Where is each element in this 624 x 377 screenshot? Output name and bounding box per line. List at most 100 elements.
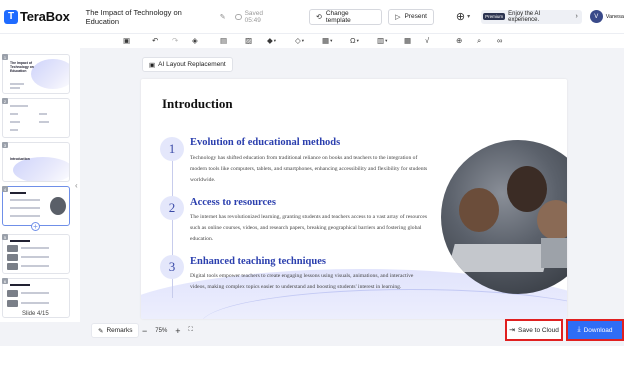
- thumb-text-line: [10, 192, 26, 194]
- add-slide-button[interactable]: +: [31, 222, 40, 231]
- top-header: T TeraBox The Impact of Technology on Ed…: [0, 0, 624, 34]
- slide-thumbnail-panel: The Impact of Technology on Education 1 …: [0, 48, 80, 322]
- zoom-out-button[interactable]: −: [142, 326, 147, 336]
- save-to-cloud-button[interactable]: ⇥ Save to Cloud: [505, 319, 563, 341]
- shape-icon[interactable]: ◆▾: [267, 36, 276, 46]
- point-number-circle: 3: [160, 255, 184, 279]
- download-button[interactable]: ⤓ Download: [566, 319, 624, 341]
- text-icon[interactable]: ▤: [220, 36, 227, 46]
- table-icon[interactable]: ▦: [404, 36, 411, 46]
- slide-thumbnail-4[interactable]: [2, 186, 70, 226]
- slide-number-badge: 1: [2, 54, 8, 60]
- chevron-down-icon[interactable]: ▾: [467, 13, 470, 20]
- save-to-cloud-label: Save to Cloud: [518, 326, 559, 334]
- students-laptop-photo[interactable]: [441, 140, 567, 294]
- zoom-in-button[interactable]: +: [175, 326, 180, 336]
- add-icon[interactable]: ⊕: [456, 36, 462, 46]
- premium-promo-banner[interactable]: Premium Enjoy the AI experience. ›: [481, 9, 582, 24]
- slide-thumbnail-2[interactable]: [2, 98, 70, 138]
- format-painter-icon[interactable]: ◈: [192, 36, 198, 46]
- app-window: T TeraBox The Impact of Technology on Ed…: [0, 0, 624, 377]
- thumb-text-line: [10, 105, 28, 107]
- point-title[interactable]: Enhanced teaching techniques: [190, 256, 326, 267]
- slide-number-badge: 4: [2, 186, 8, 192]
- thumb-photo: [7, 263, 18, 270]
- thumb-text-line: [21, 302, 49, 304]
- present-label: Present: [404, 13, 427, 20]
- point-title[interactable]: Evolution of educational methods: [190, 137, 340, 148]
- document-title[interactable]: The Impact of Technology on Education: [86, 8, 217, 26]
- slide-counter: Slide 4/15: [22, 311, 49, 317]
- remarks-label: Remarks: [106, 327, 133, 334]
- terabox-logo[interactable]: T TeraBox: [4, 9, 70, 24]
- collapse-panel-icon[interactable]: ‹: [75, 181, 78, 190]
- chart-icon[interactable]: ◇▾: [295, 36, 304, 46]
- footer-area: [0, 346, 624, 377]
- ai-layout-replacement-button[interactable]: ▣ AI Layout Replacement: [142, 57, 233, 72]
- point-text[interactable]: Digital tools empower teachers to create…: [190, 271, 430, 293]
- thumb-text-line: [21, 265, 49, 267]
- zoom-controls: − 75% + ⛶: [138, 323, 197, 338]
- search-icon[interactable]: ⌕: [477, 36, 481, 46]
- image-icon[interactable]: ▨: [245, 36, 252, 46]
- fit-screen-icon[interactable]: ⛶: [189, 327, 193, 334]
- ai-layout-label: AI Layout Replacement: [158, 61, 226, 68]
- thumb-photo: [7, 245, 18, 252]
- thumb-text-line: [10, 199, 40, 201]
- photo-laptop: [447, 244, 551, 272]
- thumbnail-title: The Impact of Technology on Education: [10, 61, 34, 73]
- point-number-circle: 1: [160, 137, 184, 161]
- terabox-logo-icon: T: [4, 9, 18, 24]
- thumb-photo: [7, 300, 18, 307]
- avatar[interactable]: V: [589, 10, 603, 23]
- remarks-icon: ✎: [98, 327, 104, 335]
- logo-text: TeraBox: [20, 9, 70, 24]
- thumb-text-line: [10, 240, 30, 242]
- formula-icon[interactable]: √: [425, 36, 429, 46]
- language-globe-icon[interactable]: ⊕: [456, 10, 465, 23]
- zoom-level[interactable]: 75%: [155, 328, 167, 334]
- ai-layout-icon: ▣: [149, 61, 156, 69]
- change-template-label: Change template: [325, 9, 351, 24]
- present-button[interactable]: ▷ Present: [388, 8, 434, 25]
- video-icon[interactable]: ▦▾: [322, 36, 332, 46]
- thumb-text-line: [10, 87, 20, 89]
- cloud-saved-icon: [234, 13, 242, 20]
- remarks-button[interactable]: ✎ Remarks: [91, 323, 140, 338]
- user-name[interactable]: Vanesa: [606, 14, 624, 20]
- slide-thumbnail-3[interactable]: Introduction: [2, 142, 70, 182]
- thumb-text-line: [10, 129, 18, 131]
- slide-canvas[interactable]: Introduction 1 Evolution of educational …: [141, 79, 567, 319]
- undo-icon[interactable]: ↶: [152, 36, 158, 46]
- thumb-text-line: [10, 207, 40, 209]
- template-icon: ⟲: [315, 13, 322, 21]
- redo-icon[interactable]: ↷: [172, 36, 178, 46]
- download-icon: ⤓: [577, 326, 581, 333]
- slide-number-badge: 6: [2, 278, 8, 284]
- slide-title[interactable]: Introduction: [162, 96, 233, 112]
- saved-status: Saved 05:49: [234, 9, 281, 24]
- play-icon: ▷: [395, 13, 401, 21]
- slide-thumbnail-1[interactable]: The Impact of Technology on Education: [2, 54, 70, 94]
- new-slide-icon[interactable]: ▣: [123, 36, 130, 46]
- thumb-text-line: [10, 113, 18, 115]
- promo-text: Enjoy the AI experience.: [508, 10, 541, 23]
- link-icon[interactable]: ∞: [497, 36, 502, 46]
- cloud-upload-icon: ⇥: [509, 327, 516, 334]
- edit-title-icon[interactable]: ✎: [220, 13, 226, 21]
- thumb-text-line: [21, 247, 49, 249]
- chart-bar-icon[interactable]: ▥▾: [377, 36, 387, 46]
- point-number-circle: 2: [160, 196, 184, 220]
- thumb-text-line: [10, 215, 40, 217]
- symbol-icon[interactable]: Ω▾: [350, 36, 359, 46]
- point-title[interactable]: Access to resources: [190, 197, 276, 208]
- thumb-text-line: [10, 121, 20, 123]
- photo-figure: [459, 188, 499, 232]
- point-text[interactable]: Technology has shifted education from tr…: [190, 153, 430, 186]
- point-text[interactable]: The internet has revolutionized learning…: [190, 212, 430, 245]
- photo-laptop: [541, 238, 567, 268]
- change-template-button[interactable]: ⟲ Change template: [308, 8, 383, 25]
- slide-thumbnail-5[interactable]: [2, 234, 70, 274]
- saved-status-text: Saved 05:49: [244, 9, 264, 24]
- thumb-text-line: [21, 256, 49, 258]
